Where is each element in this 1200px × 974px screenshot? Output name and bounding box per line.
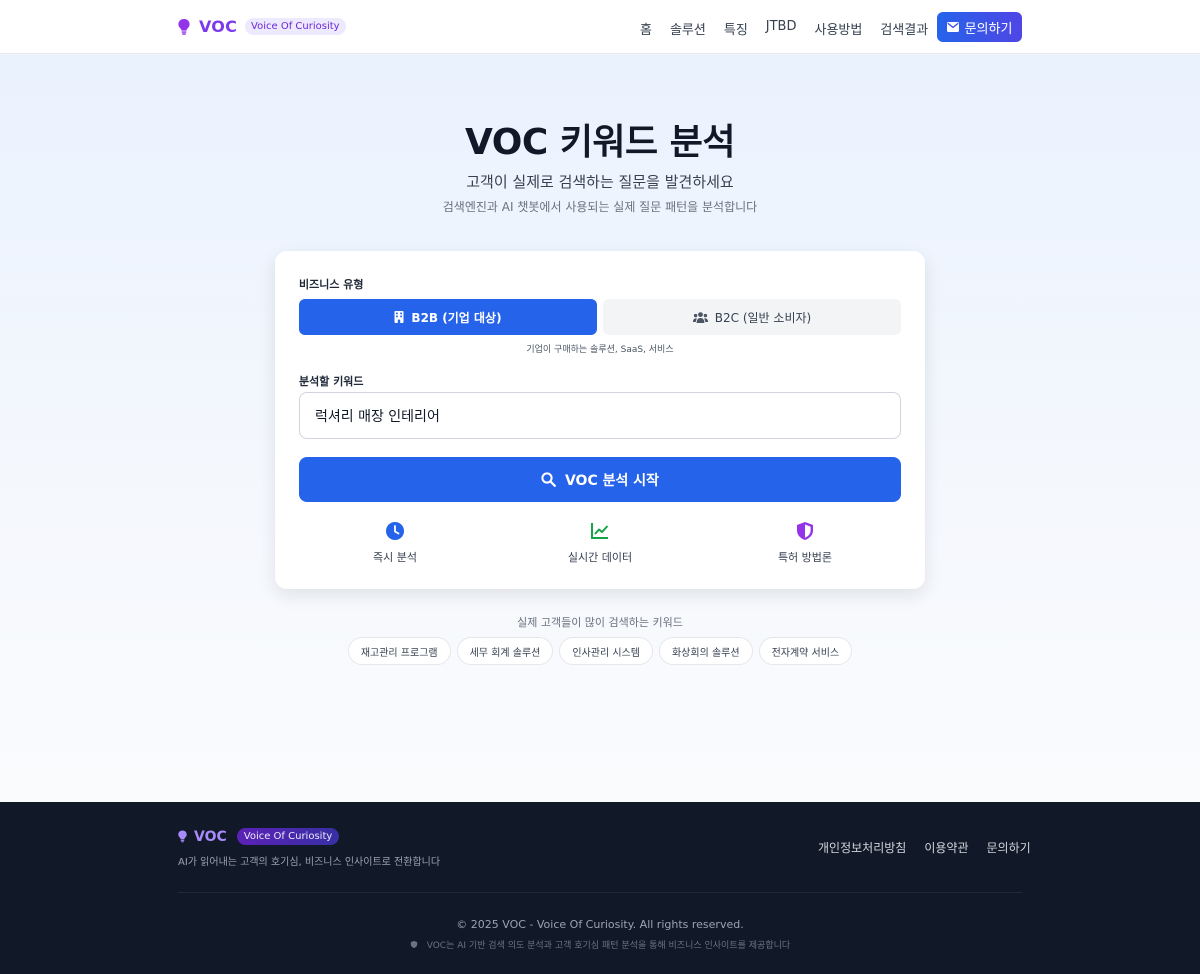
keyword-label: 분석할 키워드	[299, 375, 364, 388]
business-type-label: 비즈니스 유형	[299, 278, 364, 291]
analysis-card: 비즈니스 유형 B2B (기업 대상) B2C (일반 소비자) 기업이 구매하…	[275, 251, 925, 589]
feature-realtime-label: 실시간 데이터	[567, 551, 633, 564]
footer-links: 개인정보처리방침 이용약관 문의하기	[818, 839, 1049, 856]
keyword-chip[interactable]: 인사관리 시스템	[559, 637, 653, 665]
users-icon	[692, 311, 708, 323]
footer-tagline: AI가 읽어내는 고객의 호기심, 비즈니스 인사이트로 전환합니다	[178, 857, 441, 868]
lightbulb-icon	[178, 830, 187, 843]
feature-realtime: 실시간 데이터	[500, 521, 700, 565]
footer-note-text: VOC는 AI 기반 검색 의도 분석과 고객 호기심 패턴 분석을 통해 비즈…	[426, 941, 791, 951]
search-icon	[541, 472, 556, 487]
keyword-input[interactable]	[299, 392, 901, 439]
keyword-chip[interactable]: 재고관리 프로그램	[347, 637, 451, 665]
footer-logo-text: VOC	[194, 828, 227, 845]
analyze-button-label: VOC 분석 시작	[564, 472, 660, 489]
nav-how-to[interactable]: 사용방법	[815, 19, 863, 38]
b2b-label: B2B (기업 대상)	[411, 310, 502, 325]
logo-text: VOC	[199, 17, 238, 36]
clock-icon	[386, 522, 404, 540]
footer-link-contact[interactable]: 문의하기	[987, 839, 1031, 856]
footer-logo: VOC Voice Of Curiosity	[178, 828, 340, 845]
logo[interactable]: VOC Voice Of Curiosity	[178, 17, 346, 36]
analyze-button[interactable]: VOC 분석 시작	[299, 457, 901, 502]
feature-patent: 특허 방법론	[705, 521, 905, 565]
popular-keywords: 재고관리 프로그램 세무 회계 솔루션 인사관리 시스템 화상회의 솔루션 전자…	[0, 637, 1200, 665]
feature-patent-label: 특허 방법론	[777, 551, 833, 564]
nav-features[interactable]: 특징	[724, 19, 748, 38]
b2c-button[interactable]: B2C (일반 소비자)	[603, 299, 901, 335]
envelope-icon	[946, 22, 959, 32]
nav-solutions[interactable]: 솔루션	[670, 19, 706, 38]
chart-line-icon	[591, 523, 609, 539]
nav-results[interactable]: 검색결과	[880, 19, 928, 38]
footer-link-privacy[interactable]: 개인정보처리방침	[818, 839, 906, 856]
logo-badge: Voice Of Curiosity	[245, 18, 346, 35]
shield-icon	[797, 522, 813, 540]
nav-jtbd[interactable]: JTBD	[766, 19, 797, 38]
main-nav: 홈 솔루션 특징 JTBD 사용방법 검색결과	[640, 19, 946, 38]
lightbulb-icon	[178, 18, 190, 35]
footer-logo-badge: Voice Of Curiosity	[236, 828, 340, 845]
keyword-chip[interactable]: 전자계약 서비스	[758, 637, 853, 665]
keyword-chip[interactable]: 세무 회계 솔루션	[456, 637, 554, 665]
contact-button[interactable]: 문의하기	[937, 12, 1022, 42]
nav-home[interactable]: 홈	[640, 19, 652, 38]
footer-link-terms[interactable]: 이용약관	[924, 839, 968, 856]
b2c-label: B2C (일반 소비자)	[714, 310, 812, 325]
shield-icon	[410, 940, 418, 949]
footer-divider	[178, 892, 1022, 893]
footer-copyright: © 2025 VOC - Voice Of Curiosity. All rig…	[456, 918, 744, 931]
hero-section: VOC 키워드 분석 고객이 실제로 검색하는 질문을 발견하세요 검색엔진과 …	[0, 55, 1200, 802]
business-type-hint: 기업이 구매하는 솔루션, SaaS, 서비스	[526, 345, 674, 355]
popular-keywords-title: 실제 고객들이 많이 검색하는 키워드	[517, 616, 683, 629]
footer-note: VOC는 AI 기반 검색 의도 분석과 고객 호기심 패턴 분석을 통해 비즈…	[0, 938, 1200, 951]
site-header: VOC Voice Of Curiosity 홈 솔루션 특징 JTBD 사용방…	[0, 0, 1200, 54]
keyword-chip[interactable]: 화상회의 솔루션	[658, 637, 753, 665]
building-icon	[394, 311, 404, 323]
hero-description: 검색엔진과 AI 챗봇에서 사용되는 실제 질문 패턴을 분석합니다	[442, 200, 758, 214]
contact-button-label: 문의하기	[964, 21, 1013, 37]
page-title: VOC 키워드 분석	[465, 122, 735, 163]
site-footer: VOC Voice Of Curiosity AI가 읽어내는 고객의 호기심,…	[0, 802, 1200, 974]
hero-subtitle: 고객이 실제로 검색하는 질문을 발견하세요	[466, 173, 734, 191]
feature-instant: 즉시 분석	[295, 521, 495, 565]
feature-instant-label: 즉시 분석	[373, 551, 417, 564]
b2b-button[interactable]: B2B (기업 대상)	[299, 299, 597, 335]
